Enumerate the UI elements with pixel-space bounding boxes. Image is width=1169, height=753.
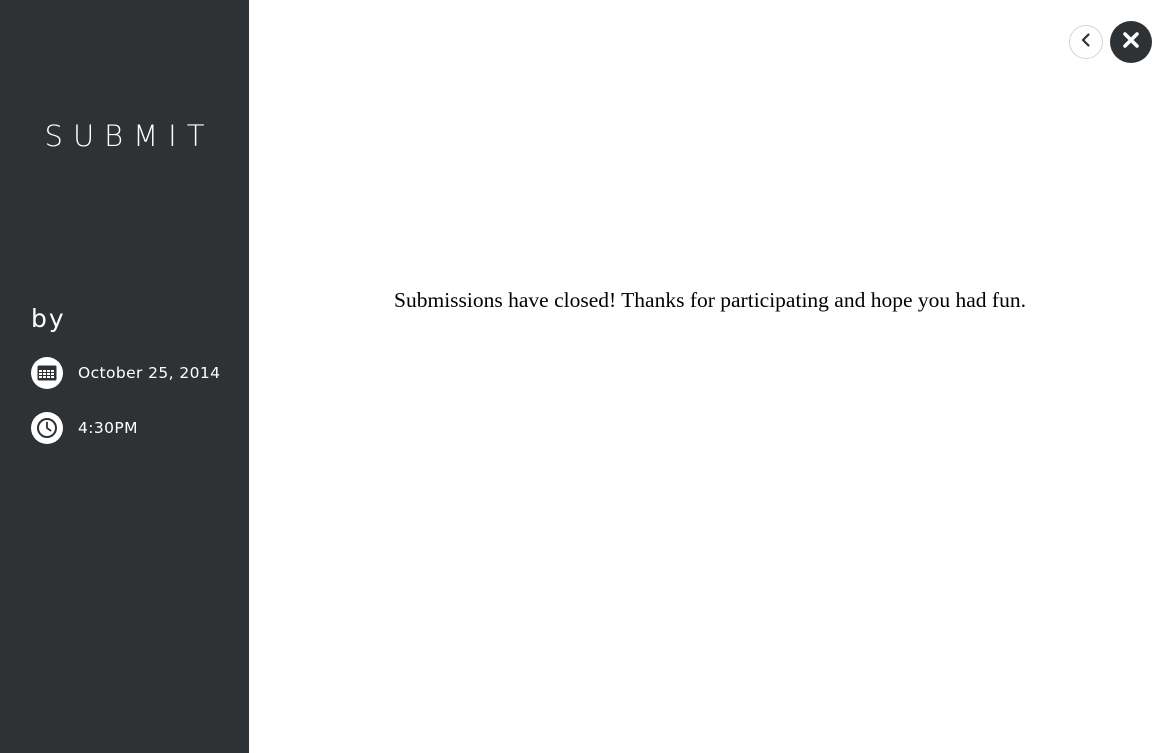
submissions-closed-message: Submissions have closed! Thanks for part… <box>394 288 1026 312</box>
close-icon <box>1121 30 1141 55</box>
calendar-icon <box>31 357 63 389</box>
chevron-left-icon <box>1079 32 1093 53</box>
event-date: October 25, 2014 <box>31 357 220 389</box>
main-content: Submissions have closed! Thanks for part… <box>249 0 1169 753</box>
back-button[interactable] <box>1069 25 1103 59</box>
event-time-text: 4:30PM <box>78 419 138 437</box>
event-time: 4:30PM <box>31 412 138 444</box>
sidebar-title: SUBMIT <box>44 119 215 153</box>
by-label: by <box>31 304 66 333</box>
event-date-text: October 25, 2014 <box>78 364 221 382</box>
clock-icon <box>31 412 63 444</box>
close-button[interactable] <box>1110 21 1152 63</box>
sidebar: SUBMIT by October 25, 2014 4:30PM <box>0 0 249 753</box>
